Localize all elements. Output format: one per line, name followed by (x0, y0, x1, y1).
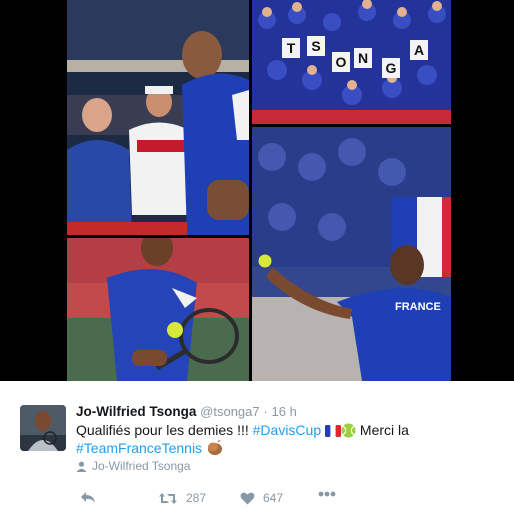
tweet-header: Jo-Wilfried Tsonga @tsonga7 · 16 h (76, 404, 297, 419)
separator-dot: · (263, 404, 268, 419)
photo-crowd-sign[interactable]: TSON G A (252, 0, 451, 124)
photo-backhand[interactable] (67, 238, 249, 381)
reply-icon (81, 492, 95, 503)
more-button[interactable] (318, 491, 336, 497)
tweet-text-part2: Merci la (356, 422, 409, 438)
avatar[interactable] (20, 405, 66, 451)
hashtag-daviscup[interactable]: #DavisCup (253, 422, 321, 438)
france-flag-icon (325, 425, 342, 437)
clapping-hands-icon (207, 440, 222, 455)
sign-letter: T (287, 40, 296, 56)
jersey-text: FRANCE (395, 301, 441, 313)
sign-letter: O (336, 54, 347, 70)
retweet-button[interactable]: 287 (158, 491, 206, 505)
author-handle[interactable]: @tsonga7 (200, 404, 259, 419)
tennis-ball-icon (341, 423, 356, 438)
sign-letter: A (414, 42, 424, 58)
photo-bench-celebration[interactable] (67, 0, 249, 235)
photo-attribution[interactable]: Jo-Wilfried Tsonga (76, 459, 190, 473)
tweet-text-part1: Qualifiés pour les demies !!! (76, 422, 253, 438)
retweet-icon (159, 492, 177, 504)
hashtag-teamfrancetennis[interactable]: #TeamFranceTennis (76, 440, 202, 456)
heart-icon (240, 492, 255, 504)
photo-serve[interactable]: FRANCE (252, 127, 451, 381)
person-icon (76, 461, 87, 472)
attribution-name: Jo-Wilfried Tsonga (92, 459, 191, 473)
tweet-text: Qualifiés pour les demies !!! #DavisCup … (76, 421, 496, 457)
reply-button[interactable] (80, 491, 96, 504)
like-button[interactable]: 647 (240, 491, 283, 505)
sign-letter: G (386, 60, 397, 76)
tweet-media-grid[interactable]: TSON G A FRANCE (0, 0, 514, 381)
more-icon (318, 491, 336, 497)
timestamp[interactable]: 16 h (272, 404, 297, 419)
sign-letter: S (311, 38, 320, 54)
author-name[interactable]: Jo-Wilfried Tsonga (76, 404, 196, 419)
retweet-count: 287 (186, 491, 207, 505)
sign-letter: N (358, 50, 368, 66)
like-count: 647 (263, 491, 284, 505)
tweet-actions: 287 647 (76, 491, 376, 511)
